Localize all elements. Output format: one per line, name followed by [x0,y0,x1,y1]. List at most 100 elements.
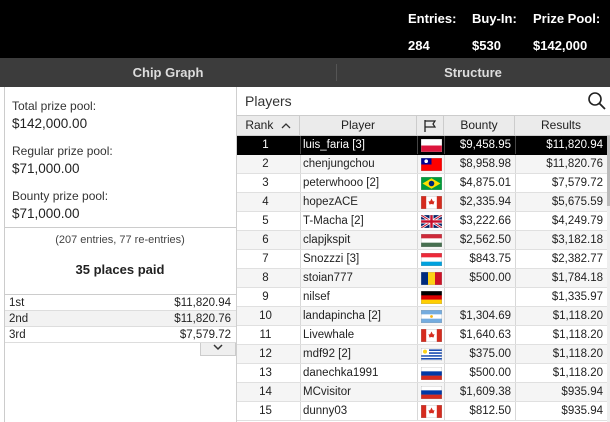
player-row[interactable]: 12 mdf92 [2] $375.00 $1,118.20 [237,345,607,364]
bounty-prize-value: $71,000.00 [12,206,80,221]
player-result: $7,579.72 [551,177,603,189]
player-country [420,157,443,172]
player-rank: 3 [262,177,269,189]
player-row[interactable]: 2 chenjungchou $8,958.98 $11,820.76 [237,155,607,174]
player-row[interactable]: 6 clapjkspit $2,562.50 $3,182.18 [237,231,607,250]
player-country [420,347,443,362]
player-bounty: $9,458.95 [459,139,511,151]
player-result: $5,675.59 [551,196,603,208]
player-rank: 4 [262,196,269,208]
brazil-flag-icon [420,176,443,191]
uk-flag-icon [420,213,443,230]
column-divider [300,269,301,287]
regular-prize-label: Regular prize pool: [12,144,113,158]
player-rank: 14 [259,386,272,398]
bounty-prize-label: Bounty prize pool: [12,189,109,203]
player-result: $1,335.97 [551,291,603,303]
player-result: $1,784.18 [551,272,603,284]
romania-flag-icon [420,271,443,286]
prize-panel-border [4,87,236,422]
player-row[interactable]: 9 nilsef $1,335.97 [237,288,607,307]
prize-pool-label: Prize Pool: [533,11,601,26]
player-column-header[interactable]: Player [300,116,417,135]
russia-flag-icon [420,366,443,381]
player-bounty: $500.00 [469,272,511,284]
column-divider [300,402,301,420]
canada-flag-icon [420,195,443,210]
players-table-body: 1 luis_faria [3] $9,458.95 $11,820.94 2 chenj… [237,136,607,422]
player-row[interactable]: 1 luis_faria [3] $9,458.95 $11,820.94 [237,136,607,155]
player-row[interactable]: 13 danechka1991 $500.00 $1,118.20 [237,364,607,383]
player-row[interactable]: 4 hopezACE $2,335.94 $5,675.59 [237,193,607,212]
total-prize-label: Total prize pool: [12,99,97,113]
player-result: $2,382.77 [551,253,603,265]
results-column-header[interactable]: Results [515,116,607,135]
tab-chip-graph[interactable]: Chip Graph [0,58,336,87]
player-result: $3,182.18 [551,234,603,246]
tab-bar: Chip Graph Structure [0,58,610,87]
taiwan-flag-icon [420,157,443,172]
rank-column-header[interactable]: Rank [237,116,300,135]
search-button[interactable] [587,91,607,111]
player-country [420,328,443,343]
player-rank: 9 [262,291,269,303]
player-row[interactable]: 8 stoian777 $500.00 $1,784.18 [237,269,607,288]
payout-amount: $11,820.94 [174,297,231,309]
column-divider [417,231,418,249]
buyin-label: Buy-In: [472,11,517,26]
player-rank: 12 [259,348,272,360]
player-name: peterwhooo [2] [303,177,380,189]
player-result: $935.94 [561,386,603,398]
flag-icon [424,120,437,132]
player-bounty: $812.50 [469,405,511,417]
buyin-value: $530 [472,38,501,53]
entries-value: 284 [408,38,430,53]
expand-payouts-button[interactable] [200,343,236,356]
entries-label: Entries: [408,11,457,26]
player-result: $1,118.20 [552,310,603,322]
tab-structure[interactable]: Structure [336,58,610,87]
player-rank: 13 [259,367,272,379]
player-row[interactable]: 10 landapincha [2] $1,304.69 $1,118.20 [237,307,607,326]
player-bounty: $2,562.50 [459,234,511,246]
player-name: stoian777 [303,272,353,284]
player-name: danechka1991 [303,367,379,379]
payout-place: 2nd [9,313,29,325]
player-bounty: $375.00 [469,348,511,360]
column-divider [300,250,301,268]
player-country [420,195,443,210]
player-bounty: $1,640.63 [459,329,511,341]
column-divider [417,174,418,192]
player-row[interactable]: 5 T-Macha [2] $3,222.66 $4,249.79 [237,212,607,231]
player-row[interactable]: 15 dunny03 $812.50 $935.94 [237,402,607,421]
tournament-header: Entries: 284 Buy-In: $530 Prize Pool: $1… [0,0,610,58]
player-name: chenjungchou [303,158,375,170]
player-row[interactable]: 7 Snozzzi [3] $843.75 $2,382.77 [237,250,607,269]
players-table-header: Rank Player Bounty Results [237,115,610,136]
player-row[interactable]: 11 Livewhale $1,640.63 $1,118.20 [237,326,607,345]
player-name: landapincha [2] [303,310,382,322]
argentina-flag-icon [420,309,443,324]
column-divider [300,136,301,154]
column-divider [300,231,301,249]
payout-amount: $7,579.72 [179,329,231,341]
payout-amount: $11,820.76 [174,313,231,325]
column-divider [300,193,301,211]
player-result: $11,820.76 [546,158,603,170]
uruguay-flag-icon [420,347,443,362]
country-column-header[interactable] [417,116,444,135]
regular-prize-value: $71,000.00 [12,161,80,176]
player-row[interactable]: 3 peterwhooo [2] $4,875.01 $7,579.72 [237,174,607,193]
column-divider [300,155,301,173]
germany-flag-icon [420,290,443,305]
column-divider [417,288,418,306]
divider [4,227,236,228]
player-bounty: $1,609.38 [459,386,511,398]
column-divider [417,364,418,382]
hungary-flag-icon [420,233,443,248]
bounty-column-header[interactable]: Bounty [444,116,515,135]
player-bounty: $1,304.69 [459,310,511,322]
player-row[interactable]: 14 MCvisitor $1,609.38 $935.94 [237,383,607,402]
search-icon [588,92,606,110]
players-title: Players [245,93,292,109]
